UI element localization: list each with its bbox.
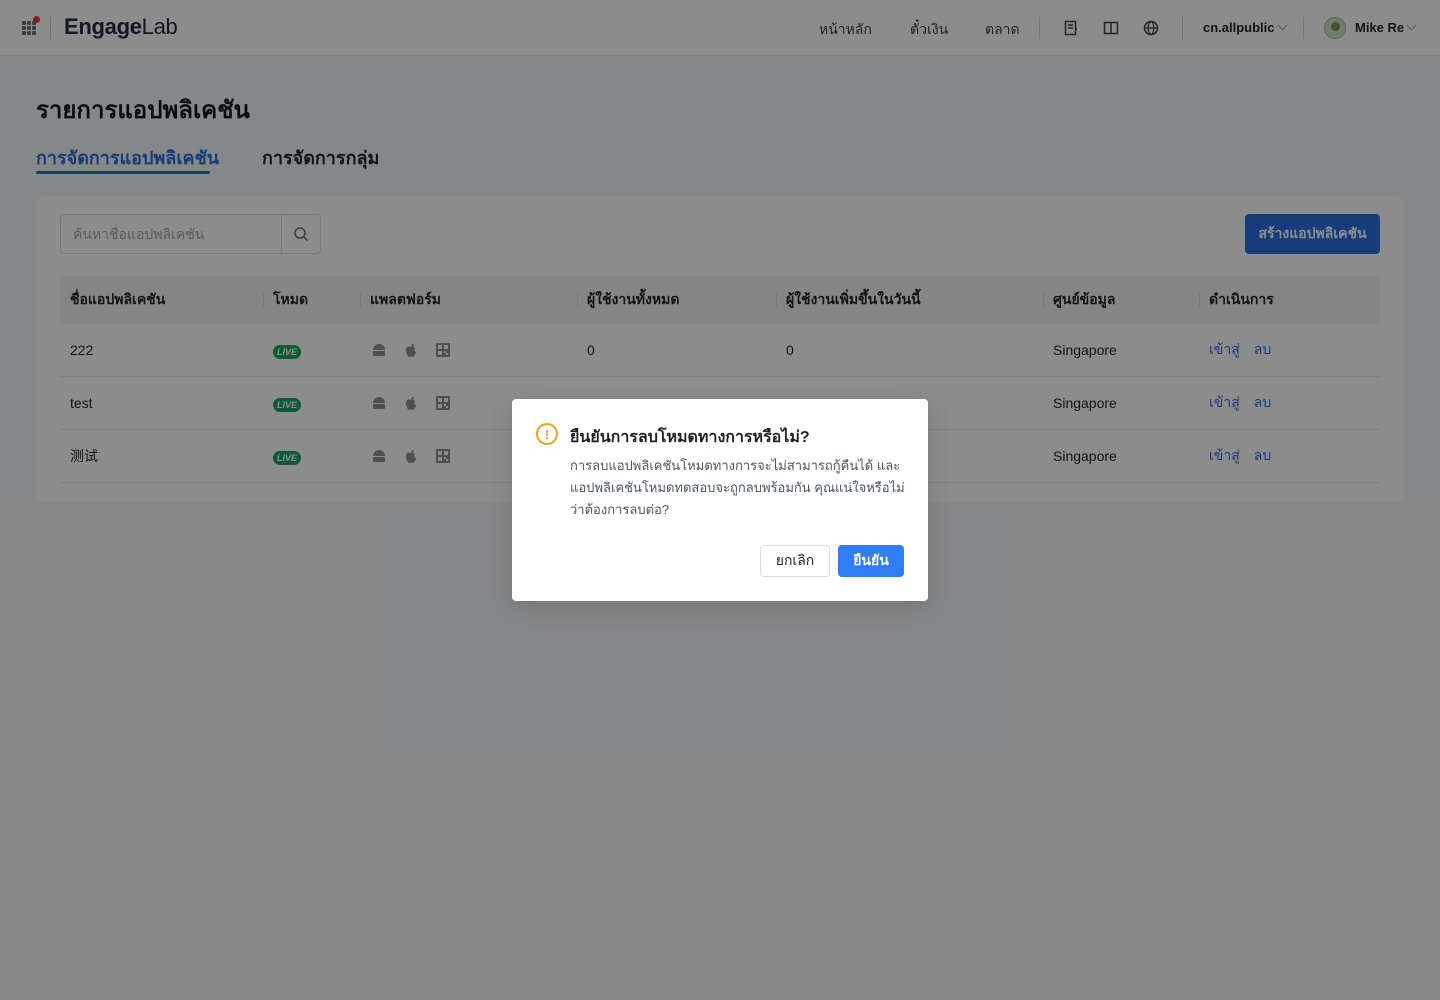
confirm-button[interactable]: ยืนยัน — [838, 545, 904, 577]
warning-icon: ! — [536, 423, 558, 445]
cancel-button[interactable]: ยกเลิก — [760, 545, 830, 577]
dialog-message: การลบแอปพลิเคชันโหมดทางการจะไม่สามารถกู้… — [570, 458, 905, 517]
dialog-title: ยืนยันการลบโหมดทางการหรือไม่? — [570, 429, 810, 446]
confirm-delete-dialog: ! ยืนยันการลบโหมดทางการหรือไม่? การลบแอป… — [512, 399, 928, 601]
